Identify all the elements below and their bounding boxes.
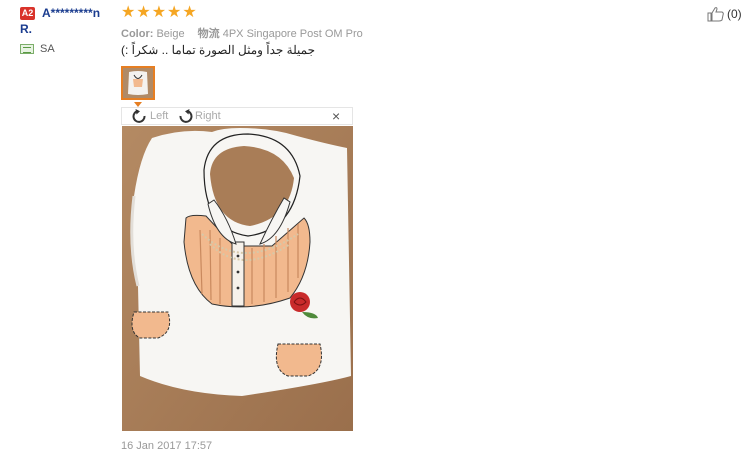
review-date: 16 Jan 2017 17:57 [121, 440, 213, 452]
review-photo [122, 126, 353, 431]
photo-viewer-toolbar: Left Right × [121, 107, 353, 125]
logistics-label: 物流 [197, 28, 220, 40]
star-icon: ★ [121, 4, 136, 21]
star-icon: ★ [136, 4, 151, 21]
reviewer-name: A*********n [42, 6, 101, 20]
color-value: Beige [156, 28, 185, 40]
flag-icon [20, 44, 34, 54]
rotate-right-button[interactable]: Right [177, 109, 221, 123]
logistics-value: 4PX Singapore Post OM Pro [222, 28, 363, 40]
photo-thumbnail[interactable] [121, 66, 155, 100]
reviewer-name-cont: R. [20, 22, 32, 36]
helpful-button[interactable]: (0) [707, 6, 742, 22]
star-icon: ★ [182, 4, 197, 21]
star-icon: ★ [151, 4, 167, 21]
helpful-count: (0) [727, 7, 742, 21]
star-icon: ★ [167, 4, 182, 21]
order-info: Color: Beige 物流 4PX Singapore Post OM Pr… [121, 25, 373, 41]
bib-thumbnail-image [123, 68, 153, 98]
rotate-left-label: Left [150, 110, 169, 122]
thumbs-up-icon [707, 7, 724, 22]
rotate-left-button[interactable]: Left [132, 109, 168, 123]
country-badge: A2 [20, 7, 35, 20]
reviewer-country: SA [40, 43, 55, 55]
rotate-left-icon [132, 109, 146, 123]
color-label: Color: [121, 28, 154, 40]
review-text: جميلة جداً ومثل الصورة تماما .. شكراً :) [121, 43, 316, 57]
rotate-right-icon [179, 109, 193, 123]
bib-photo-image [122, 126, 353, 431]
close-icon[interactable]: × [332, 108, 340, 124]
rotate-right-label: Right [195, 110, 221, 122]
rating-stars: ★ ★ ★ ★ ★ [121, 5, 197, 21]
